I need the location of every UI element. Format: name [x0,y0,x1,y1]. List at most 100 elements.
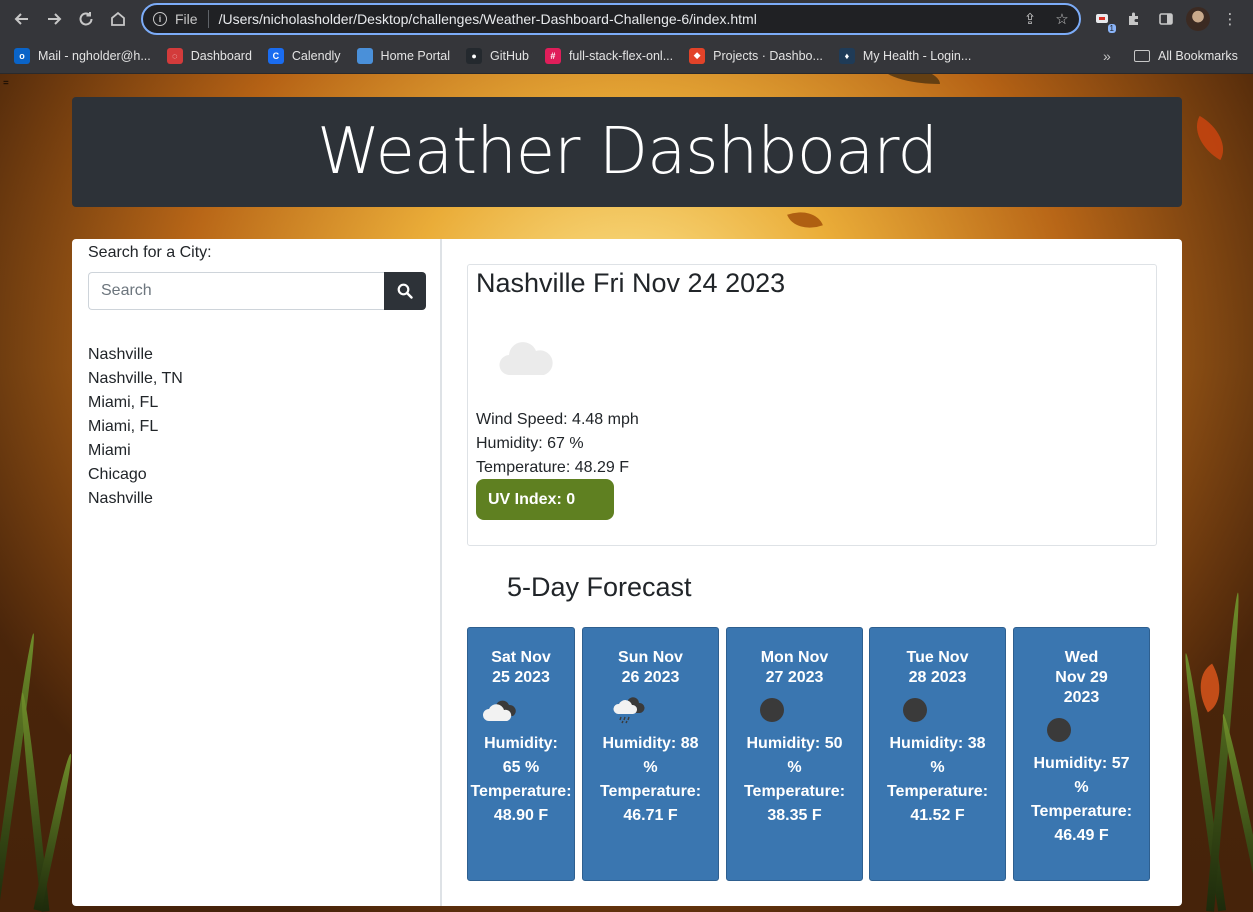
hamburger-icon[interactable]: = [3,78,9,89]
omnibox-divider [207,10,209,28]
bookmark-label: Dashboard [190,48,252,63]
bookmark-item[interactable]: # full-stack-flex-onl... [544,47,674,64]
bookmarks-more-icon[interactable]: » [1103,48,1111,64]
search-history-list: Nashville Nashville, TN Miami, FL Miami,… [88,343,183,511]
extension-icon[interactable]: 1 [1090,7,1116,33]
forecast-humidity: Humidity: 50 % [746,735,843,776]
weather-main: Nashville Fri Nov 24 2023 Wind Speed: 4.… [442,239,1182,906]
bookmark-label: GitHub [490,48,529,63]
bookmark-favicon-icon: ◌ [166,47,183,64]
forecast-temp: 38.35 F [767,807,822,824]
bookmark-label: My Health - Login... [862,48,972,63]
search-icon [397,283,413,299]
forecast-temp: 46.71 F [623,807,678,824]
bookmark-label: full-stack-flex-onl... [568,48,674,63]
header-banner: Weather Dashboard [72,97,1182,207]
search-sidebar: Search for a City: Nashville Nashville, … [72,239,442,906]
history-item[interactable]: Nashville, TN [88,367,183,391]
uv-index-badge: UV Index: 0 [476,479,614,520]
search-button[interactable] [384,272,426,310]
puzzle-icon[interactable] [1122,7,1146,31]
bookmark-item[interactable]: ◆ Projects · Dashbo... [689,47,823,64]
history-item[interactable]: Nashville [88,343,183,367]
current-weather-card: Nashville Fri Nov 24 2023 Wind Speed: 4.… [467,264,1157,546]
menu-kebab-icon[interactable]: ⋮ [1218,7,1242,31]
forecast-card: Sun Nov 26 2023 Humidity: 88 % Temperatu… [582,627,719,881]
history-item[interactable]: Miami [88,439,183,463]
bookmark-item[interactable]: C Calendly [267,47,341,64]
cloud-icon [496,337,558,382]
bookmark-star-icon[interactable]: ☆ [1051,10,1073,28]
home-icon[interactable] [102,3,134,35]
forecast-card: Tue Nov 28 2023 Humidity: 38 % Temperatu… [869,627,1006,881]
profile-avatar[interactable] [1186,7,1210,31]
bookmark-favicon-icon: ◆ [689,47,706,64]
side-panel-icon[interactable] [1154,7,1178,31]
forecast-date: Sat Nov 25 2023 [491,649,551,686]
forecast-card: Mon Nov 27 2023 Humidity: 50 % Temperatu… [726,627,863,881]
page-viewport: = Weather Dashboard Search for a City: N… [0,74,1253,912]
clear-night-icon [1014,708,1149,752]
history-item[interactable]: Chicago [88,463,183,487]
info-icon[interactable]: i [153,12,167,26]
all-bookmarks-button[interactable]: All Bookmarks [1134,49,1238,63]
extension-badge: 1 [1107,24,1116,33]
history-item[interactable]: Miami, FL [88,415,183,439]
search-input[interactable] [88,272,384,310]
forecast-date: Sun Nov 26 2023 [618,649,683,686]
bookmark-favicon-icon [356,47,373,64]
current-city-date: Nashville Fri Nov 24 2023 [476,268,786,298]
current-wind: Wind Speed: 4.48 mph [476,411,639,428]
bookmark-label: Mail - ngholder@h... [38,48,151,63]
back-icon[interactable] [6,3,38,35]
cloudy-icon [468,688,574,732]
forecast-card: Wed Nov 29 2023 Humidity: 57 % Temperatu… [1013,627,1150,881]
current-humidity: Humidity: 67 % [476,435,584,452]
search-label: Search for a City: [88,244,212,261]
url-scheme: File [175,11,198,27]
bookmark-favicon-icon: o [14,47,30,64]
url-text[interactable]: /Users/nicholasholder/Desktop/challenges… [219,11,757,27]
forecast-humidity: Humidity: 38 % [889,735,986,776]
bookmark-label: Calendly [291,48,341,63]
share-icon[interactable]: ⇪ [1019,10,1041,28]
forecast-temp-label: Temperature: [886,783,989,800]
forecast-title: 5-Day Forecast [507,572,692,602]
forecast-card: Sat Nov 25 2023 Humidity: 65 % Temperatu… [467,627,575,881]
folder-icon [1134,49,1150,62]
current-temperature: Temperature: 48.29 F [476,459,629,476]
bookmark-favicon-icon: C [267,47,284,64]
forecast-temp-label: Temperature: [470,783,572,800]
bookmark-item[interactable]: ● GitHub [466,47,529,64]
forecast-date: Tue Nov 28 2023 [906,649,969,686]
clear-night-icon [727,688,862,732]
page-title: Weather Dashboard [316,115,938,189]
forecast-date: Wed Nov 29 2023 [1055,649,1108,706]
all-bookmarks-label: All Bookmarks [1158,48,1238,63]
forecast-humidity: Humidity: 65 % [484,735,558,776]
forecast-temp: 46.49 F [1054,827,1109,844]
history-item[interactable]: Miami, FL [88,391,183,415]
search-group [88,272,426,310]
forecast-date: Mon Nov 27 2023 [760,649,829,686]
clear-night-icon [870,688,1005,732]
bookmark-label: Projects · Dashbo... [713,48,823,63]
bookmark-favicon-icon: # [544,47,561,64]
bookmark-item[interactable]: ◌ Dashboard [166,47,252,64]
address-bar[interactable]: i File /Users/nicholasholder/Desktop/cha… [141,3,1081,35]
bookmark-label: Home Portal [380,48,451,63]
forward-icon[interactable] [38,3,70,35]
rain-icon [583,688,718,732]
browser-toolbar: i File /Users/nicholasholder/Desktop/cha… [0,0,1253,38]
reload-icon[interactable] [70,3,102,35]
forecast-temp: 48.90 F [493,807,549,824]
forecast-temp-label: Temperature: [599,783,702,800]
bookmark-item[interactable]: ♦ My Health - Login... [838,47,972,64]
bookmark-favicon-icon: ● [466,47,483,64]
bookmarks-bar: o Mail - ngholder@h... ◌ Dashboard C Calendly… [0,38,1253,74]
history-item[interactable]: Nashville [88,487,183,511]
bookmark-item[interactable]: Home Portal [356,47,451,64]
forecast-humidity: Humidity: 88 % [602,735,699,776]
bookmark-item[interactable]: o Mail - ngholder@h... [14,47,151,64]
bookmark-favicon-icon: ♦ [838,47,855,64]
